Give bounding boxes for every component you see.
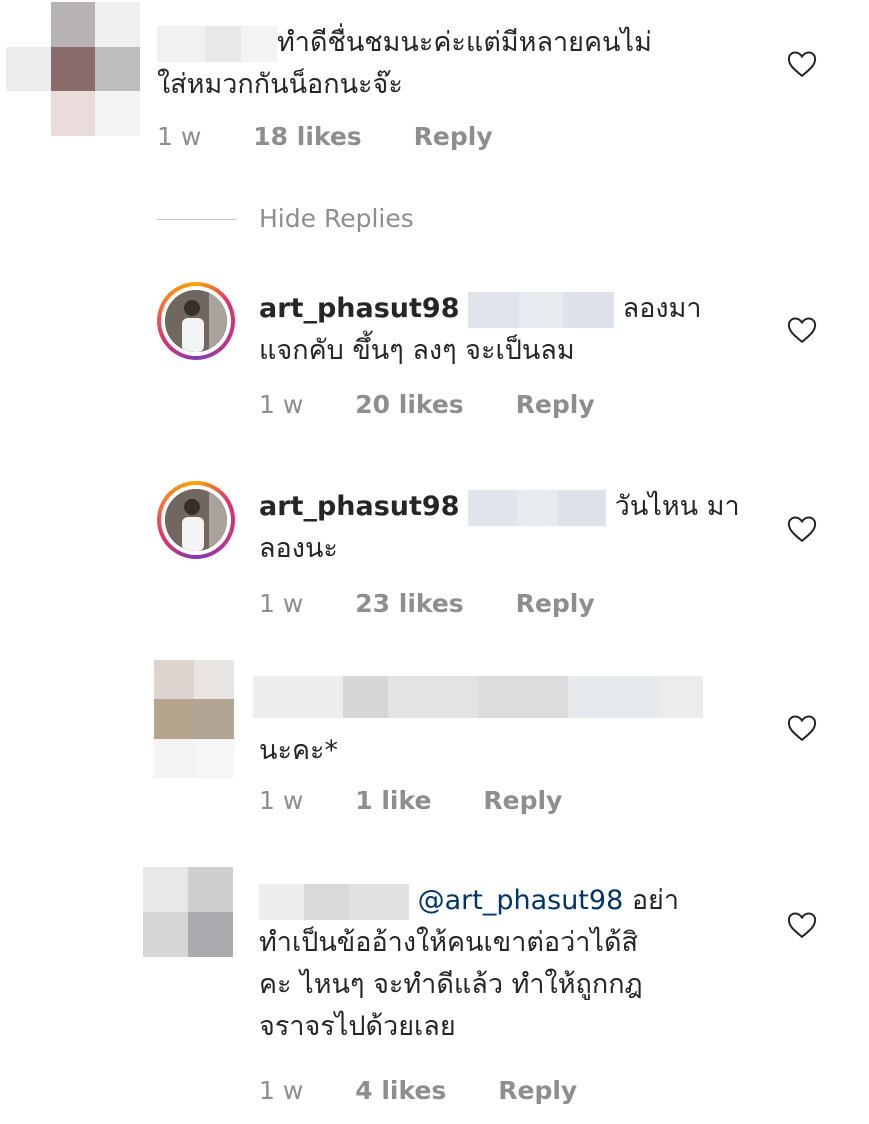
comment-text-blurred [253, 676, 703, 718]
likes-count[interactable]: 23 likes [355, 589, 463, 618]
likes-count[interactable]: 1 like [355, 786, 431, 815]
mention-blurred [468, 291, 615, 328]
likes-count[interactable]: 18 likes [253, 122, 361, 151]
avatar [165, 489, 227, 551]
avatar-story-ring[interactable] [157, 282, 235, 360]
comment-meta: 1 w 20 likes Reply [259, 390, 595, 419]
comment-time: 1 w [259, 390, 304, 419]
comment-text: นะคะ* [259, 735, 339, 766]
heart-outline-icon[interactable] [787, 50, 817, 78]
comment-meta: 1 w 23 likes Reply [259, 589, 595, 618]
mention-blurred [468, 489, 607, 526]
avatar-blurred[interactable] [6, 2, 140, 136]
likes-count[interactable]: 4 likes [355, 1076, 446, 1105]
heart-outline-icon[interactable] [787, 316, 817, 344]
comment-text: art_phasut98 ลองมา แจกคับ ขึ้นๆ ลงๆ จะเป… [259, 291, 702, 366]
comment-meta: 1 w 18 likes Reply [157, 122, 493, 151]
avatar-blurred[interactable] [143, 867, 233, 957]
comment-meta: 1 w 1 like Reply [259, 786, 562, 815]
heart-outline-icon[interactable] [787, 515, 817, 543]
heart-outline-icon[interactable] [787, 714, 817, 742]
comment-time: 1 w [259, 589, 304, 618]
comment-time: 1 w [157, 122, 202, 151]
hide-replies-button[interactable]: Hide Replies [259, 204, 414, 233]
reply-button[interactable]: Reply [516, 390, 595, 419]
avatar-story-ring[interactable] [157, 481, 235, 559]
reply-button[interactable]: Reply [483, 786, 562, 815]
heart-outline-icon[interactable] [787, 911, 817, 939]
comment-text: art_phasut98 วันไหน มา ลองนะ [259, 489, 740, 564]
username-link[interactable]: art_phasut98 [259, 491, 459, 522]
username-blurred[interactable] [157, 25, 277, 62]
mention-link[interactable]: @art_phasut98 [418, 885, 624, 916]
comment-time: 1 w [259, 1076, 304, 1105]
username-blurred[interactable] [259, 883, 409, 920]
reply-button[interactable]: Reply [414, 122, 493, 151]
comment-text: @art_phasut98 อย่า ทำเป็นข้ออ้างให้คนเขา… [259, 883, 680, 1042]
reply-button[interactable]: Reply [516, 589, 595, 618]
likes-count[interactable]: 20 likes [355, 390, 463, 419]
avatar [165, 290, 227, 352]
avatar-blurred[interactable] [154, 660, 234, 778]
profile-photo-icon [165, 489, 227, 551]
comment-meta: 1 w 4 likes Reply [259, 1076, 577, 1105]
comment-time: 1 w [259, 786, 304, 815]
reply-button[interactable]: Reply [498, 1076, 577, 1105]
comment-text: ทำดีชื่นชมนะค่ะแต่มีหลายคนไม่ ใส่หมวกกัน… [157, 25, 652, 100]
divider-line [157, 219, 237, 220]
profile-photo-icon [165, 290, 227, 352]
username-link[interactable]: art_phasut98 [259, 293, 459, 324]
